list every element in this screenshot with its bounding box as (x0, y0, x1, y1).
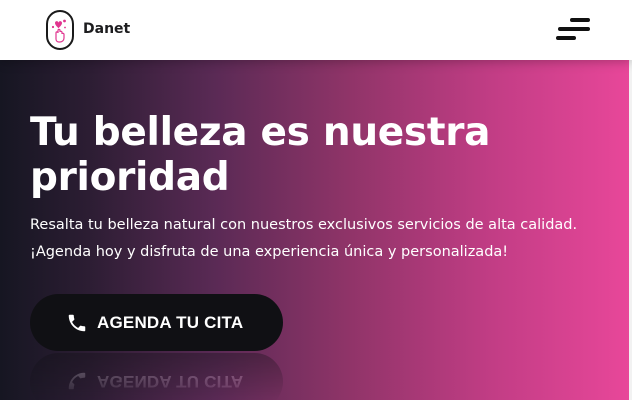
cta-label: AGENDA TU CITA (97, 313, 244, 332)
brand-name[interactable]: Danet (83, 21, 130, 37)
hero-subtitle: Resalta tu belleza natural con nuestros … (30, 212, 620, 266)
hamburger-menu-icon[interactable] (556, 18, 592, 42)
hero-section: Tu belleza es nuestra prioridad Resalta … (0, 60, 632, 400)
cta-reflection: AGENDA TU CITA (30, 353, 283, 400)
menu-line (556, 36, 576, 40)
book-appointment-button[interactable]: AGENDA TU CITA (30, 294, 283, 351)
cta-reflection-label: AGENDA TU CITA (97, 372, 244, 391)
hero-subtitle-line: Resalta tu belleza natural con nuestros … (30, 217, 578, 233)
phone-icon (68, 314, 86, 332)
phone-icon (68, 372, 86, 390)
finger-heart-icon (51, 19, 66, 43)
hero-title: Tu belleza es nuestra prioridad (30, 110, 491, 200)
site-header: Danet (0, 0, 632, 60)
logo[interactable] (46, 10, 74, 50)
cta-reflection-shape: AGENDA TU CITA (30, 353, 283, 400)
hero-subtitle-line: ¡Agenda hoy y disfruta de una experienci… (30, 244, 509, 260)
menu-line (570, 18, 590, 22)
menu-line (558, 27, 590, 31)
